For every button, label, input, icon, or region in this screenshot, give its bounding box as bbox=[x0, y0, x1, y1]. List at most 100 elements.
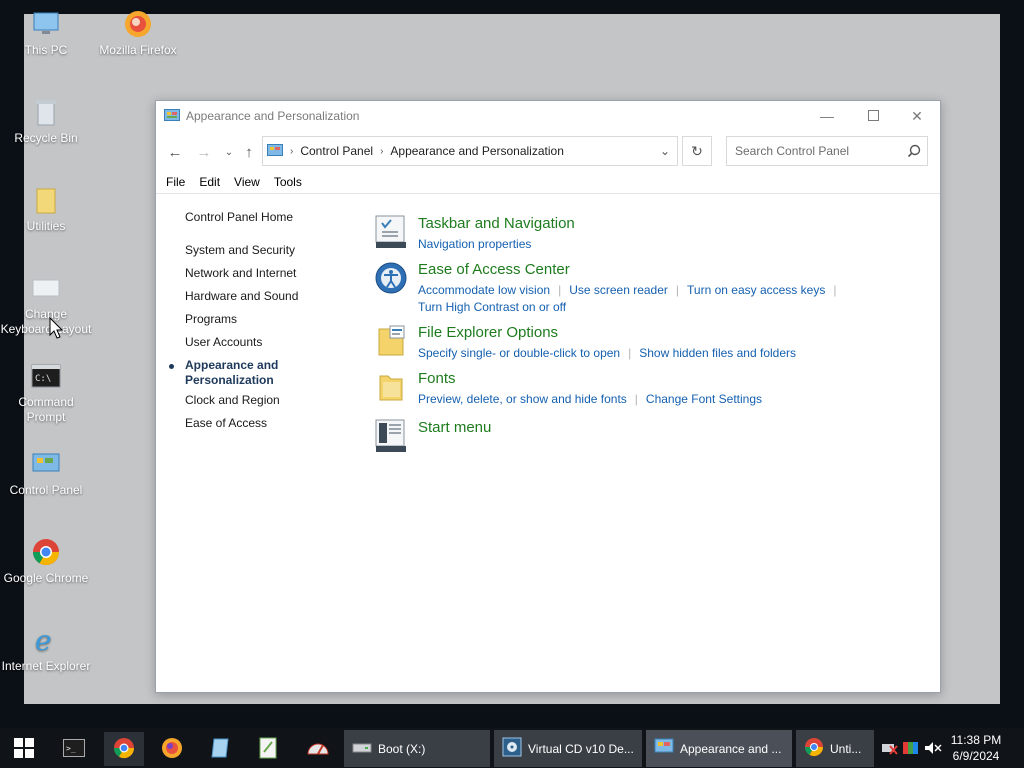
clock-date: 6/9/2024 bbox=[952, 749, 1000, 763]
desktop-icon-utilities[interactable]: Utilities bbox=[0, 184, 92, 234]
forward-button[interactable]: → bbox=[193, 141, 215, 163]
taskbar-notepad[interactable] bbox=[200, 732, 240, 766]
nav-network-and-internet[interactable]: Network and Internet bbox=[185, 266, 296, 280]
minimize-button[interactable]: — bbox=[804, 101, 850, 131]
taskbar-task-virtual-cd[interactable]: Virtual CD v10 De... bbox=[494, 730, 642, 767]
volume-muted-icon[interactable] bbox=[924, 740, 942, 756]
recycle-bin-icon bbox=[29, 96, 63, 128]
task-label: Boot (X:) bbox=[378, 741, 426, 756]
link-turn-high-contrast[interactable]: Turn High Contrast on or off bbox=[418, 300, 566, 314]
close-icon: ✕ bbox=[911, 107, 923, 124]
desktop-icon-label: Control Panel bbox=[9, 483, 83, 497]
monitor-icon bbox=[29, 8, 63, 40]
mouse-cursor-icon bbox=[49, 316, 64, 342]
menu-view[interactable]: View bbox=[234, 175, 260, 193]
link-navigation-properties[interactable]: Navigation properties bbox=[418, 237, 531, 251]
menu-edit[interactable]: Edit bbox=[199, 175, 220, 193]
taskbar-task-boot-drive[interactable]: Boot (X:) bbox=[344, 730, 490, 767]
link-preview-fonts[interactable]: Preview, delete, or show and hide fonts bbox=[418, 392, 627, 406]
category-title[interactable]: File Explorer Options bbox=[418, 324, 558, 341]
start-button[interactable] bbox=[4, 732, 44, 766]
address-bar[interactable]: › Control Panel › Appearance and Persona… bbox=[262, 136, 678, 166]
gauge-icon bbox=[306, 738, 330, 761]
taskbar-firefox[interactable] bbox=[152, 732, 192, 766]
terminal-icon: C:\ bbox=[29, 360, 63, 392]
maximize-button[interactable] bbox=[850, 101, 896, 131]
nav-hardware-and-sound[interactable]: Hardware and Sound bbox=[185, 289, 298, 303]
desktop-icon-command-prompt[interactable]: C:\ Command Prompt bbox=[0, 360, 92, 425]
back-button[interactable]: ← bbox=[164, 141, 186, 163]
menu-tools[interactable]: Tools bbox=[274, 175, 302, 193]
desktop-icon-this-pc[interactable]: This PC bbox=[0, 8, 92, 58]
maximize-icon bbox=[867, 108, 879, 124]
arrow-up-icon: ↑ bbox=[245, 143, 253, 161]
link-show-hidden-files[interactable]: Show hidden files and folders bbox=[639, 346, 796, 360]
taskbar-chrome[interactable] bbox=[104, 732, 144, 766]
svg-text:>_: >_ bbox=[66, 744, 76, 753]
network-disconnected-icon[interactable] bbox=[880, 740, 898, 756]
link-use-screen-reader[interactable]: Use screen reader bbox=[569, 283, 668, 297]
display-settings-icon[interactable] bbox=[902, 740, 920, 756]
desktop-icon-change-keyboard-layout[interactable]: Change Keyboard Layout bbox=[0, 272, 92, 337]
nav-clock-and-region[interactable]: Clock and Region bbox=[185, 393, 280, 407]
breadcrumb-control-panel[interactable]: Control Panel bbox=[300, 144, 373, 158]
link-change-font-settings[interactable]: Change Font Settings bbox=[646, 392, 762, 406]
nav-ease-of-access[interactable]: Ease of Access bbox=[185, 416, 267, 430]
drive-icon bbox=[352, 740, 372, 757]
firefox-icon bbox=[121, 8, 155, 40]
title-bar[interactable]: Appearance and Personalization — ✕ bbox=[156, 101, 940, 131]
arrow-left-icon: ← bbox=[167, 143, 183, 161]
category-title[interactable]: Start menu bbox=[418, 419, 491, 436]
link-single-or-double-click[interactable]: Specify single- or double-click to open bbox=[418, 346, 620, 360]
taskbar-task-chrome[interactable]: Unti... bbox=[796, 730, 874, 767]
address-dropdown-button[interactable]: ⌄ bbox=[653, 137, 677, 165]
taskbar-editor[interactable] bbox=[248, 732, 288, 766]
nav-programs[interactable]: Programs bbox=[185, 312, 237, 326]
category-links: Preview, delete, or show and hide fonts |… bbox=[418, 391, 858, 408]
taskbar-task-appearance[interactable]: Appearance and ... bbox=[646, 730, 792, 767]
folder-options-icon bbox=[374, 324, 408, 358]
link-separator: | bbox=[675, 283, 680, 297]
desktop-icon-label: Google Chrome bbox=[3, 571, 89, 585]
close-button[interactable]: ✕ bbox=[894, 101, 940, 131]
desktop-icon-google-chrome[interactable]: Google Chrome bbox=[0, 536, 92, 586]
breadcrumb-appearance[interactable]: Appearance and Personalization bbox=[390, 144, 563, 158]
document-edit-icon bbox=[258, 737, 278, 762]
start-menu-icon bbox=[374, 419, 408, 453]
desktop-icon-internet-explorer[interactable]: e Internet Explorer bbox=[0, 624, 92, 674]
nav-current-line2: Personalization bbox=[185, 373, 274, 387]
search-input[interactable]: Search Control Panel bbox=[726, 136, 928, 166]
desktop-icon-firefox[interactable]: Mozilla Firefox bbox=[92, 8, 184, 58]
category-title[interactable]: Taskbar and Navigation bbox=[418, 215, 575, 232]
desktop-icon-label: Command Prompt bbox=[18, 395, 74, 424]
desktop-icon-control-panel[interactable]: Control Panel bbox=[0, 448, 92, 498]
category-title[interactable]: Fonts bbox=[418, 370, 456, 387]
nav-appearance-and-personalization[interactable]: Appearance and Personalization bbox=[185, 358, 278, 388]
category-title[interactable]: Ease of Access Center bbox=[418, 261, 570, 278]
link-accommodate-low-vision[interactable]: Accommodate low vision bbox=[418, 283, 550, 297]
recent-locations-button[interactable]: ⌄ bbox=[218, 141, 240, 163]
link-separator: | bbox=[558, 283, 562, 297]
refresh-button[interactable]: ↻ bbox=[682, 136, 712, 166]
terminal-icon: >_ bbox=[63, 738, 85, 760]
notepad-icon bbox=[210, 737, 230, 762]
nav-system-and-security[interactable]: System and Security bbox=[185, 243, 295, 257]
chevron-down-icon: ⌄ bbox=[224, 146, 234, 158]
clock[interactable]: 11:38 PM 6/9/2024 bbox=[946, 732, 1006, 764]
menu-file[interactable]: File bbox=[166, 175, 185, 193]
left-navigation-pane: Control Panel Home System and Security N… bbox=[156, 194, 366, 692]
folder-icon bbox=[29, 184, 63, 216]
taskbar-command-prompt[interactable]: >_ bbox=[54, 732, 94, 766]
refresh-icon: ↻ bbox=[691, 142, 703, 159]
chrome-icon bbox=[804, 737, 824, 760]
category-links: Accommodate low vision | Use screen reader… bbox=[418, 282, 858, 316]
desktop-icon-recycle-bin[interactable]: Recycle Bin bbox=[0, 96, 92, 146]
task-label: Unti... bbox=[830, 741, 862, 756]
nav-user-accounts[interactable]: User Accounts bbox=[185, 335, 262, 349]
nav-control-panel-home[interactable]: Control Panel Home bbox=[185, 210, 293, 224]
up-button[interactable]: ↑ bbox=[238, 141, 260, 163]
firefox-icon bbox=[161, 737, 183, 762]
category-links: Specify single- or double-click to open |… bbox=[418, 345, 858, 362]
link-turn-on-easy-access-keys[interactable]: Turn on easy access keys bbox=[687, 283, 825, 297]
taskbar-utility[interactable] bbox=[298, 732, 338, 766]
